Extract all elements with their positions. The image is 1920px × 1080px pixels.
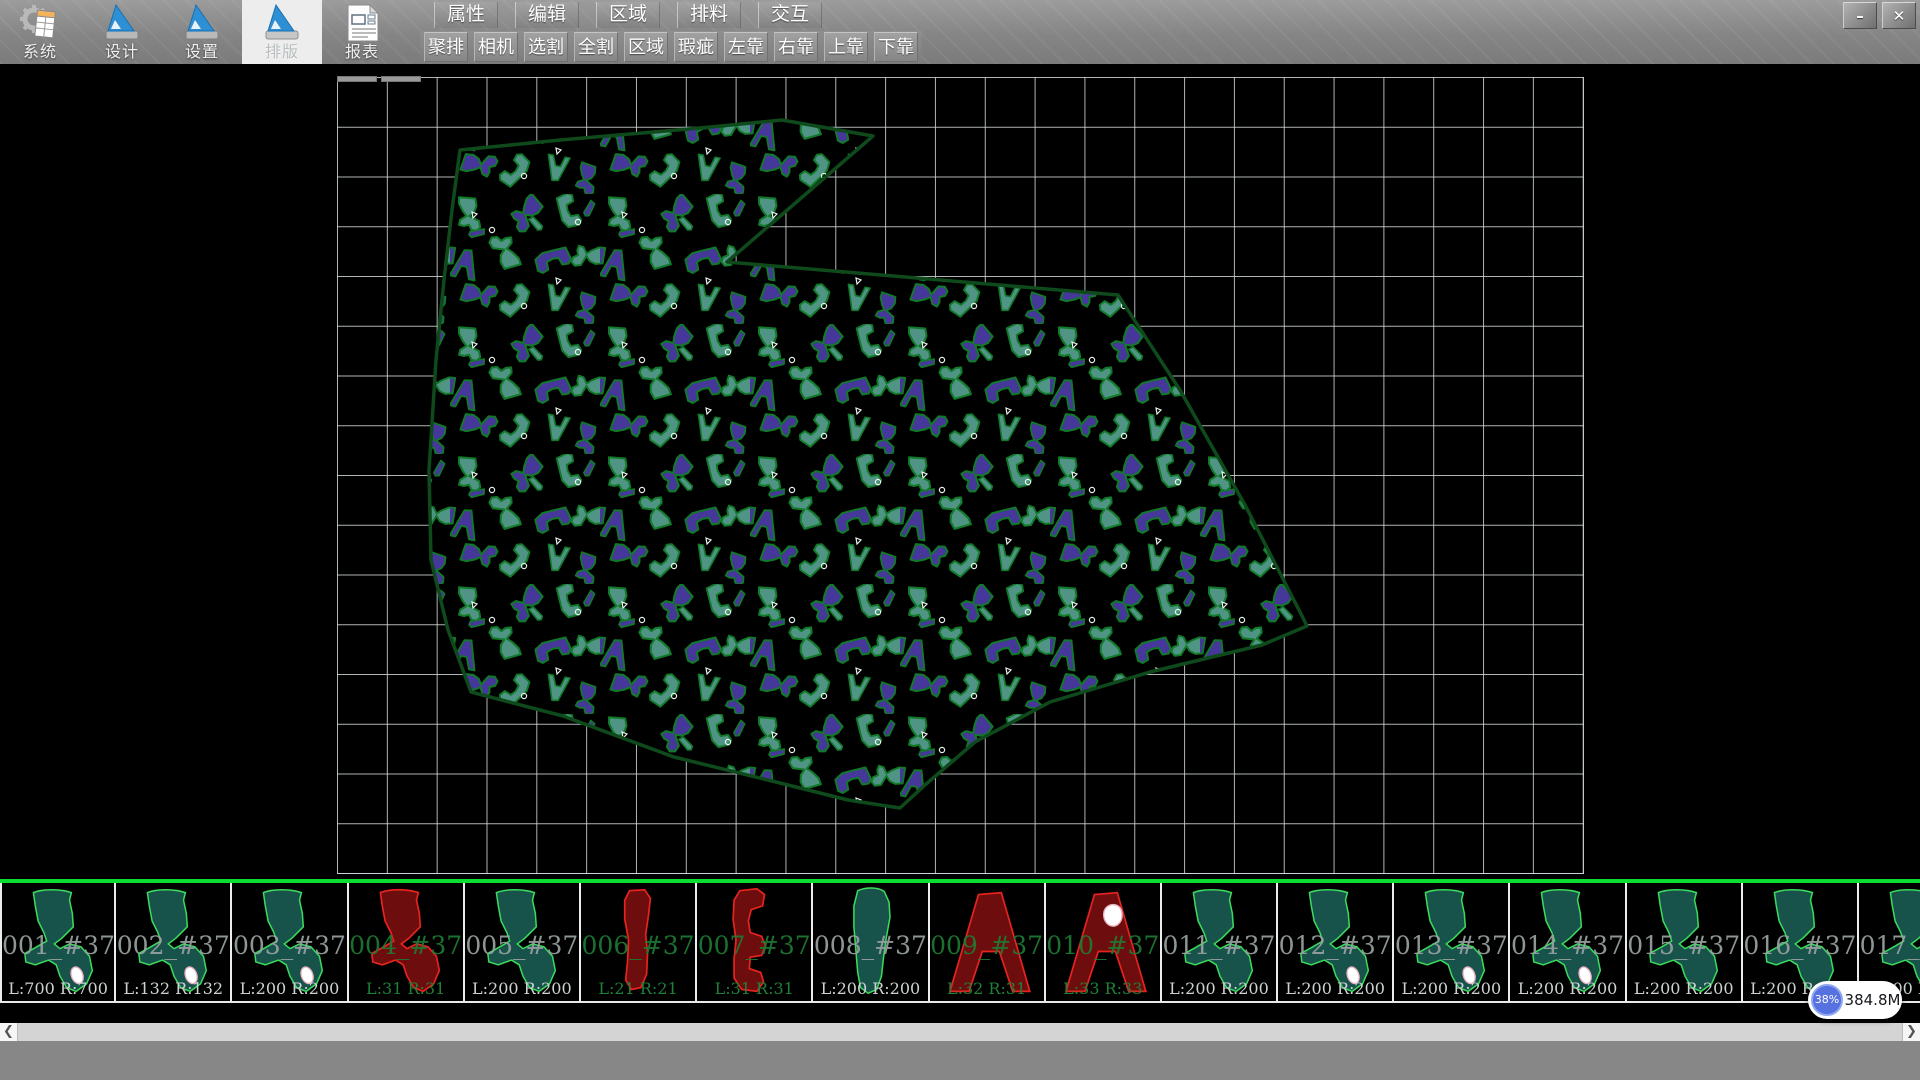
part-lr-values: L:200 R:200	[1394, 979, 1508, 998]
part-id: 008_#37	[813, 931, 927, 960]
part-thumbnail[interactable]: 006_#37 L:21 R:21	[581, 883, 697, 1001]
set-square-icon	[260, 3, 304, 43]
app-tab-system[interactable]: 系统	[0, 0, 80, 64]
part-lr-values: L:200 R:200	[813, 979, 927, 998]
part-id: 005_#37	[465, 931, 579, 960]
part-id: 014_#37	[1510, 931, 1624, 960]
leather-hide-nested-layout[interactable]	[0, 64, 1920, 879]
part-thumbnail[interactable]: 008_#37 L:200 R:200	[813, 883, 929, 1001]
part-thumbnail[interactable]: 009_#37 L:32 R:31	[930, 883, 1046, 1001]
part-id: 017_#37	[1859, 931, 1920, 960]
part-lr-values: L:132 R:132	[116, 979, 230, 998]
part-lr-values: L:700 R:700	[2, 979, 114, 998]
part-thumbnail[interactable]: 011_#37 L:200 R:200	[1162, 883, 1278, 1001]
app-tab-report[interactable]: 报表	[322, 0, 402, 64]
part-lr-values: L:200 R:200	[1162, 979, 1276, 998]
tool-snap-right[interactable]: 右靠	[774, 32, 818, 62]
part-lr-values: L:33 R:33	[1046, 979, 1160, 998]
part-id: 007_#37	[697, 931, 811, 960]
part-id: 016_#37	[1743, 931, 1857, 960]
part-thumbnail[interactable]: 003_#37 L:200 R:200	[232, 883, 348, 1001]
tool-cluster-nest[interactable]: 聚排	[424, 32, 468, 62]
tool-camera[interactable]: 相机	[474, 32, 518, 62]
tool-defect[interactable]: 瑕疵	[674, 32, 718, 62]
part-thumbnail[interactable]: 001_#37 L:700 R:700	[0, 883, 116, 1001]
part-thumbnail[interactable]: 013_#37 L:200 R:200	[1394, 883, 1510, 1001]
part-thumbnail[interactable]: 010_#37 L:33 R:33	[1046, 883, 1162, 1001]
menu-tab-properties[interactable]: 属性	[434, 2, 498, 28]
part-thumbnail[interactable]: 007_#37 L:31 R:31	[697, 883, 813, 1001]
horizontal-scrollbar[interactable]: ❮ ❯	[0, 1023, 1920, 1041]
part-id: 010_#37	[1046, 931, 1160, 960]
part-thumbnail[interactable]: 012_#37 L:200 R:200	[1278, 883, 1394, 1001]
close-button[interactable]: ✕	[1882, 2, 1916, 29]
app-tab-nesting[interactable]: 排版	[242, 0, 322, 64]
window-controls: – ✕	[1843, 2, 1916, 29]
part-thumbnail[interactable]: 005_#37 L:200 R:200	[465, 883, 581, 1001]
part-id: 006_#37	[581, 931, 695, 960]
part-id: 003_#37	[232, 931, 346, 960]
tool-select-cut[interactable]: 选割	[524, 32, 568, 62]
part-lr-values: L:31 R:31	[349, 979, 463, 998]
tool-button-row: 聚排 相机 选割 全割 区域 瑕疵 左靠 右靠 上靠 下靠	[420, 31, 922, 63]
app-tab-settings[interactable]: 设置	[162, 0, 242, 64]
tool-snap-left[interactable]: 左靠	[724, 32, 768, 62]
part-lr-values: L:200 R:200	[1510, 979, 1624, 998]
part-id: 004_#37	[349, 931, 463, 960]
scroll-left-arrow[interactable]: ❮	[0, 1023, 18, 1041]
part-id: 012_#37	[1278, 931, 1392, 960]
part-id: 001_#37	[2, 931, 114, 960]
tool-region[interactable]: 区域	[624, 32, 668, 62]
set-square-icon	[100, 3, 144, 43]
part-lr-values: L:31 R:31	[697, 979, 811, 998]
part-lr-values: L:32 R:31	[930, 979, 1044, 998]
part-thumbnail[interactable]: 014_#37 L:200 R:200	[1510, 883, 1626, 1001]
app-tab-design[interactable]: 设计	[82, 0, 162, 64]
bottom-band	[0, 1041, 1920, 1080]
menu-tab-edit[interactable]: 编辑	[515, 2, 579, 28]
app-tab-label: 排版	[242, 43, 322, 61]
nesting-canvas[interactable]	[0, 64, 1920, 879]
menu-tab-nest[interactable]: 排料	[677, 2, 741, 28]
part-lr-values: L:21 R:21	[581, 979, 695, 998]
app-tab-label: 系统	[0, 43, 80, 61]
part-id: 009_#37	[930, 931, 1044, 960]
part-thumbnail[interactable]: 002_#37 L:132 R:132	[116, 883, 232, 1001]
part-lr-values: L:200 R:200	[1627, 979, 1741, 998]
parts-thumbnail-strip: 001_#37 L:700 R:700 002_#37 L:132 R:132 …	[0, 879, 1920, 1003]
part-lr-values: L:200 R:200	[232, 979, 346, 998]
scroll-right-arrow[interactable]: ❯	[1902, 1023, 1920, 1041]
tool-snap-top[interactable]: 上靠	[824, 32, 868, 62]
top-toolbar: 系统 设计 设置 排版	[0, 0, 1920, 64]
hide-outline	[429, 120, 1307, 808]
minimize-button[interactable]: –	[1843, 2, 1877, 29]
tool-cut-all[interactable]: 全割	[574, 32, 618, 62]
gear-document-icon	[18, 3, 62, 43]
report-document-icon	[340, 3, 384, 43]
part-lr-values: L:200 R:200	[1278, 979, 1392, 998]
menu-tab-region[interactable]: 区域	[596, 2, 660, 28]
menu-tab-row: 属性 编辑 区域 排料 交互	[434, 2, 822, 28]
app-tab-label: 报表	[322, 43, 402, 61]
part-thumbnail[interactable]: 004_#37 L:31 R:31	[349, 883, 465, 1001]
menu-tab-interact[interactable]: 交互	[758, 2, 822, 28]
app-tab-label: 设置	[162, 43, 242, 61]
part-id: 011_#37	[1162, 931, 1276, 960]
set-square-icon	[180, 3, 224, 43]
utilization-percent: 38%	[1811, 984, 1843, 1016]
memory-usage: 384.8M	[1843, 991, 1902, 1009]
status-badge: 38% 384.8M	[1808, 981, 1902, 1019]
part-id: 013_#37	[1394, 931, 1508, 960]
app-tab-label: 设计	[82, 43, 162, 61]
part-thumbnail[interactable]: 015_#37 L:200 R:200	[1627, 883, 1743, 1001]
tool-snap-bottom[interactable]: 下靠	[874, 32, 918, 62]
part-id: 015_#37	[1627, 931, 1741, 960]
part-lr-values: L:200 R:200	[465, 979, 579, 998]
part-id: 002_#37	[116, 931, 230, 960]
